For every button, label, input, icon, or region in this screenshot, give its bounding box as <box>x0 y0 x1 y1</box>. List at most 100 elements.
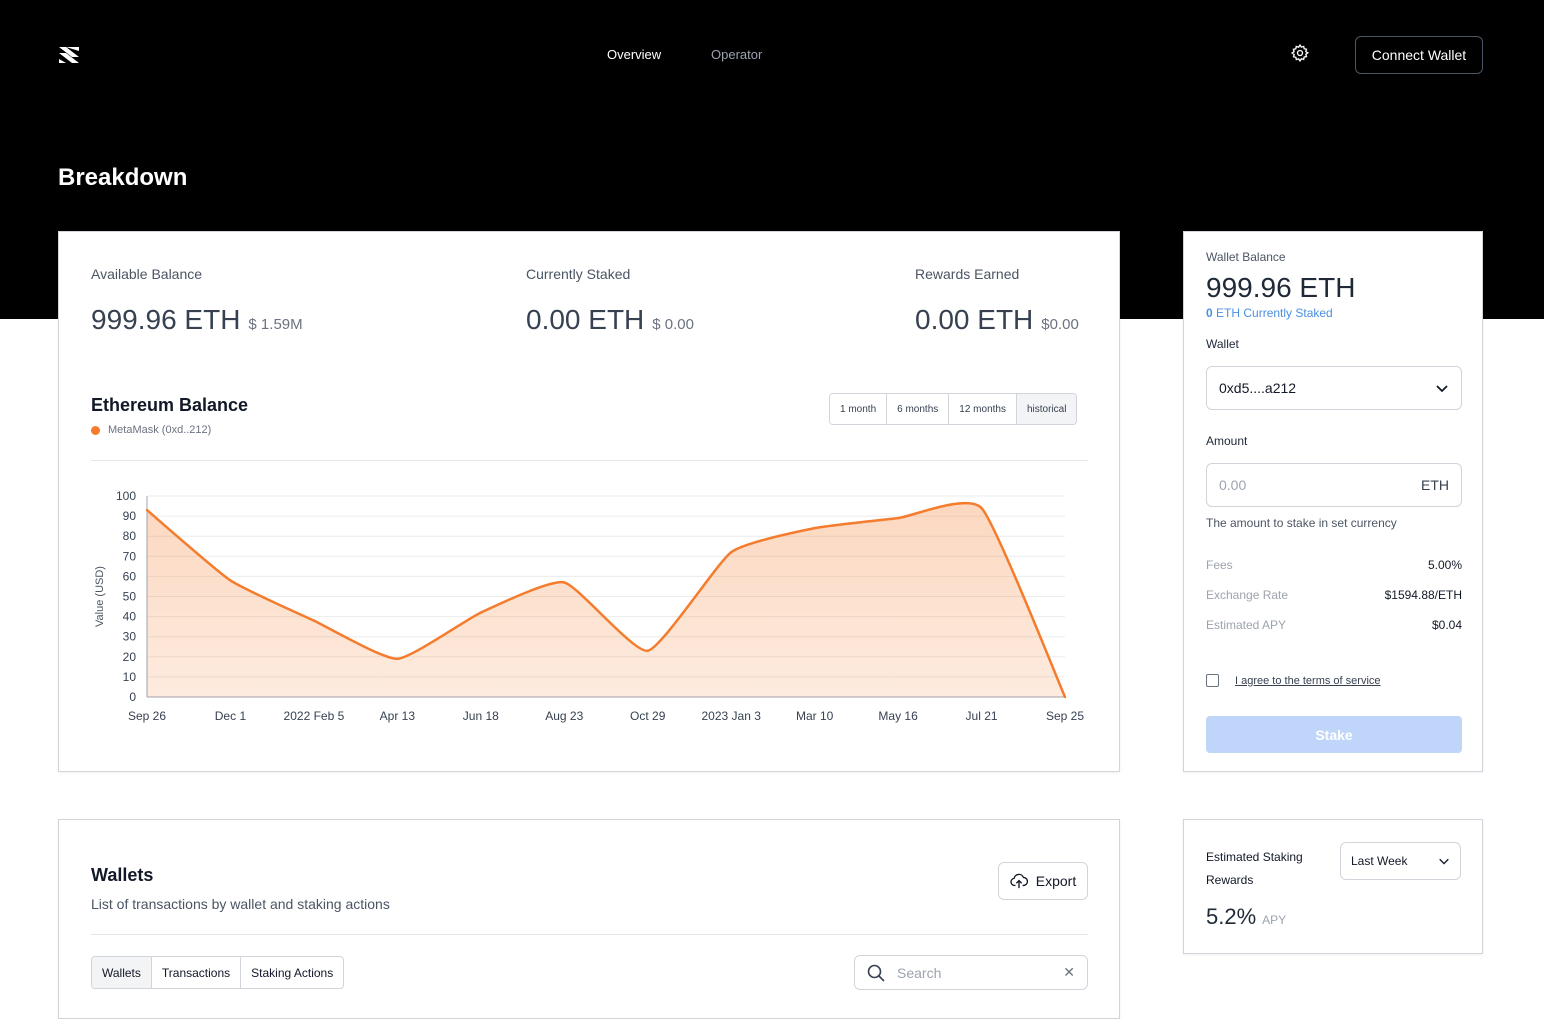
stat-eth-rewards: 0.00 ETH <box>915 304 1034 335</box>
y-tick-label: 70 <box>123 549 137 563</box>
staked-count: 0 <box>1206 306 1213 320</box>
connect-wallet-button[interactable]: Connect Wallet <box>1355 36 1483 74</box>
close-icon[interactable]: ✕ <box>1063 964 1075 981</box>
chart-title: Ethereum Balance <box>91 395 249 415</box>
exchange-rate-value: $1594.88/ETH <box>1384 588 1462 602</box>
amount-field[interactable]: ETH <box>1206 463 1462 507</box>
staking-rewards-value: 5.2% APY <box>1206 904 1286 930</box>
data-point <box>229 579 232 582</box>
stat-label-rewards: Rewards Earned <box>915 266 1020 282</box>
wallets-title: Wallets <box>91 865 154 885</box>
y-tick-label: 90 <box>123 509 137 523</box>
balance-card: Available Balance 999.96 ETH $ 1.59M Curr… <box>58 231 1120 772</box>
search-icon <box>867 964 885 982</box>
y-tick-label: 80 <box>123 529 137 543</box>
range-selector: 1 month 6 months 12 months historical <box>829 393 1078 425</box>
range-6-months[interactable]: 6 months <box>887 394 950 424</box>
y-tick-label: 0 <box>129 690 136 704</box>
x-tick-label: Dec 1 <box>215 709 247 723</box>
wallet-balance-label: Wallet Balance <box>1206 250 1286 264</box>
amount-help: The amount to stake in set currency <box>1206 516 1397 530</box>
amount-unit: ETH <box>1421 477 1449 493</box>
terms-checkbox[interactable] <box>1206 674 1219 687</box>
wallet-balance-value: 999.96 ETH <box>1206 272 1356 303</box>
data-point <box>729 551 733 554</box>
tab-transactions[interactable]: Transactions <box>152 957 242 988</box>
stat-value-available: 999.96 ETH $ 1.59M <box>91 304 303 336</box>
x-tick-label: Oct 29 <box>630 709 666 723</box>
data-point <box>813 526 816 530</box>
terms-row: I agree to the terms of service <box>1206 674 1381 687</box>
chevron-down-icon <box>1436 385 1448 393</box>
wallet-select-value: 0xd5....a212 <box>1219 380 1297 396</box>
stat-value-rewards: 0.00 ETH $0.00 <box>915 304 1079 336</box>
x-tick-label: 2023 Jan 3 <box>701 709 761 723</box>
estimated-apy-label: Estimated APY <box>1206 618 1287 632</box>
search-box: ✕ <box>854 955 1088 990</box>
range-1-month[interactable]: 1 month <box>830 394 888 424</box>
x-tick-label: Aug 23 <box>545 709 583 723</box>
divider <box>91 460 1088 461</box>
gear-icon[interactable] <box>1290 43 1310 63</box>
data-point <box>145 508 149 512</box>
nav-overview[interactable]: Overview <box>607 47 661 62</box>
estimated-apy-value: $0.04 <box>1431 618 1462 632</box>
wallet-tabs: Wallets Transactions Staking Actions <box>91 956 345 989</box>
stat-usd-staked: $ 0.00 <box>652 316 694 333</box>
nav-operator[interactable]: Operator <box>711 47 762 62</box>
data-point <box>896 516 900 520</box>
range-historical[interactable]: historical <box>1016 394 1077 424</box>
fees-label: Fees <box>1206 558 1233 572</box>
exchange-rate-row: Exchange Rate $1594.88/ETH <box>1206 588 1462 602</box>
stat-eth-available: 999.96 ETH <box>91 304 241 335</box>
search-input[interactable] <box>897 964 1047 981</box>
period-select-value: Last Week <box>1351 854 1408 868</box>
chevron-down-icon <box>1439 858 1449 865</box>
stat-value-staked: 0.00 ETH $ 0.00 <box>526 304 694 336</box>
y-tick-label: 40 <box>123 610 137 624</box>
balance-area <box>147 503 1065 697</box>
rewards-percent: 5.2% <box>1206 904 1257 929</box>
y-tick-label: 50 <box>123 590 137 604</box>
fees-value: 5.00% <box>1427 558 1462 572</box>
staking-card: Wallet Balance 999.96 ETH 0 ETH Currentl… <box>1183 231 1483 772</box>
export-button[interactable]: Export <box>998 862 1088 900</box>
x-tick-label: May 16 <box>878 709 918 723</box>
y-tick-label: 30 <box>123 630 137 644</box>
stat-usd-rewards: $0.00 <box>1041 316 1079 333</box>
page-title: Breakdown <box>58 164 188 191</box>
x-tick-label: Apr 13 <box>380 709 416 723</box>
y-tick-label: 10 <box>123 670 137 684</box>
estimated-apy-row: Estimated APY $0.04 <box>1206 618 1462 632</box>
range-12-months[interactable]: 12 months <box>949 394 1017 424</box>
staking-rewards-label: Estimated Staking Rewards <box>1206 850 1303 887</box>
export-label: Export <box>1035 873 1077 889</box>
fees-row: Fees 5.00% <box>1206 558 1462 572</box>
terms-link[interactable]: I agree to the terms of service <box>1235 675 1381 687</box>
staking-rewards-card: Estimated Staking Rewards Last Week 5.2%… <box>1183 819 1483 954</box>
legend-dot-icon <box>91 425 100 435</box>
ethereum-balance-chart: 0 10 20 30 40 50 60 70 80 90 100 Sep 26 Dec 1 2022 Fe… <box>94 489 1084 723</box>
legend-label: MetaMask (0xd..212) <box>108 424 212 436</box>
stat-label-staked: Currently Staked <box>526 266 631 282</box>
data-point <box>646 649 649 652</box>
amount-label: Amount <box>1206 434 1248 448</box>
y-axis-label: Value (USD) <box>94 566 106 627</box>
x-tick-label: Jul 21 <box>966 709 998 723</box>
y-tick-label: 100 <box>116 489 136 503</box>
wallets-subtitle: List of transactions by wallet and staki… <box>91 896 390 912</box>
wallet-select[interactable]: 0xd5....a212 <box>1206 366 1462 410</box>
x-tick-label: Sep 26 <box>128 709 166 723</box>
divider <box>91 934 1088 935</box>
logo-icon[interactable] <box>58 44 80 66</box>
stat-usd-available: $ 1.59M <box>248 316 303 333</box>
stake-button[interactable]: Stake <box>1206 716 1462 753</box>
data-point <box>980 506 983 510</box>
rewards-unit: APY <box>1262 913 1287 927</box>
period-select[interactable]: Last Week <box>1340 842 1461 880</box>
tab-wallets[interactable]: Wallets <box>92 957 152 988</box>
amount-input[interactable] <box>1219 477 1399 493</box>
data-point <box>479 611 483 614</box>
tab-staking-actions[interactable]: Staking Actions <box>241 957 343 988</box>
staked-text: ETH Currently Staked <box>1212 306 1333 320</box>
